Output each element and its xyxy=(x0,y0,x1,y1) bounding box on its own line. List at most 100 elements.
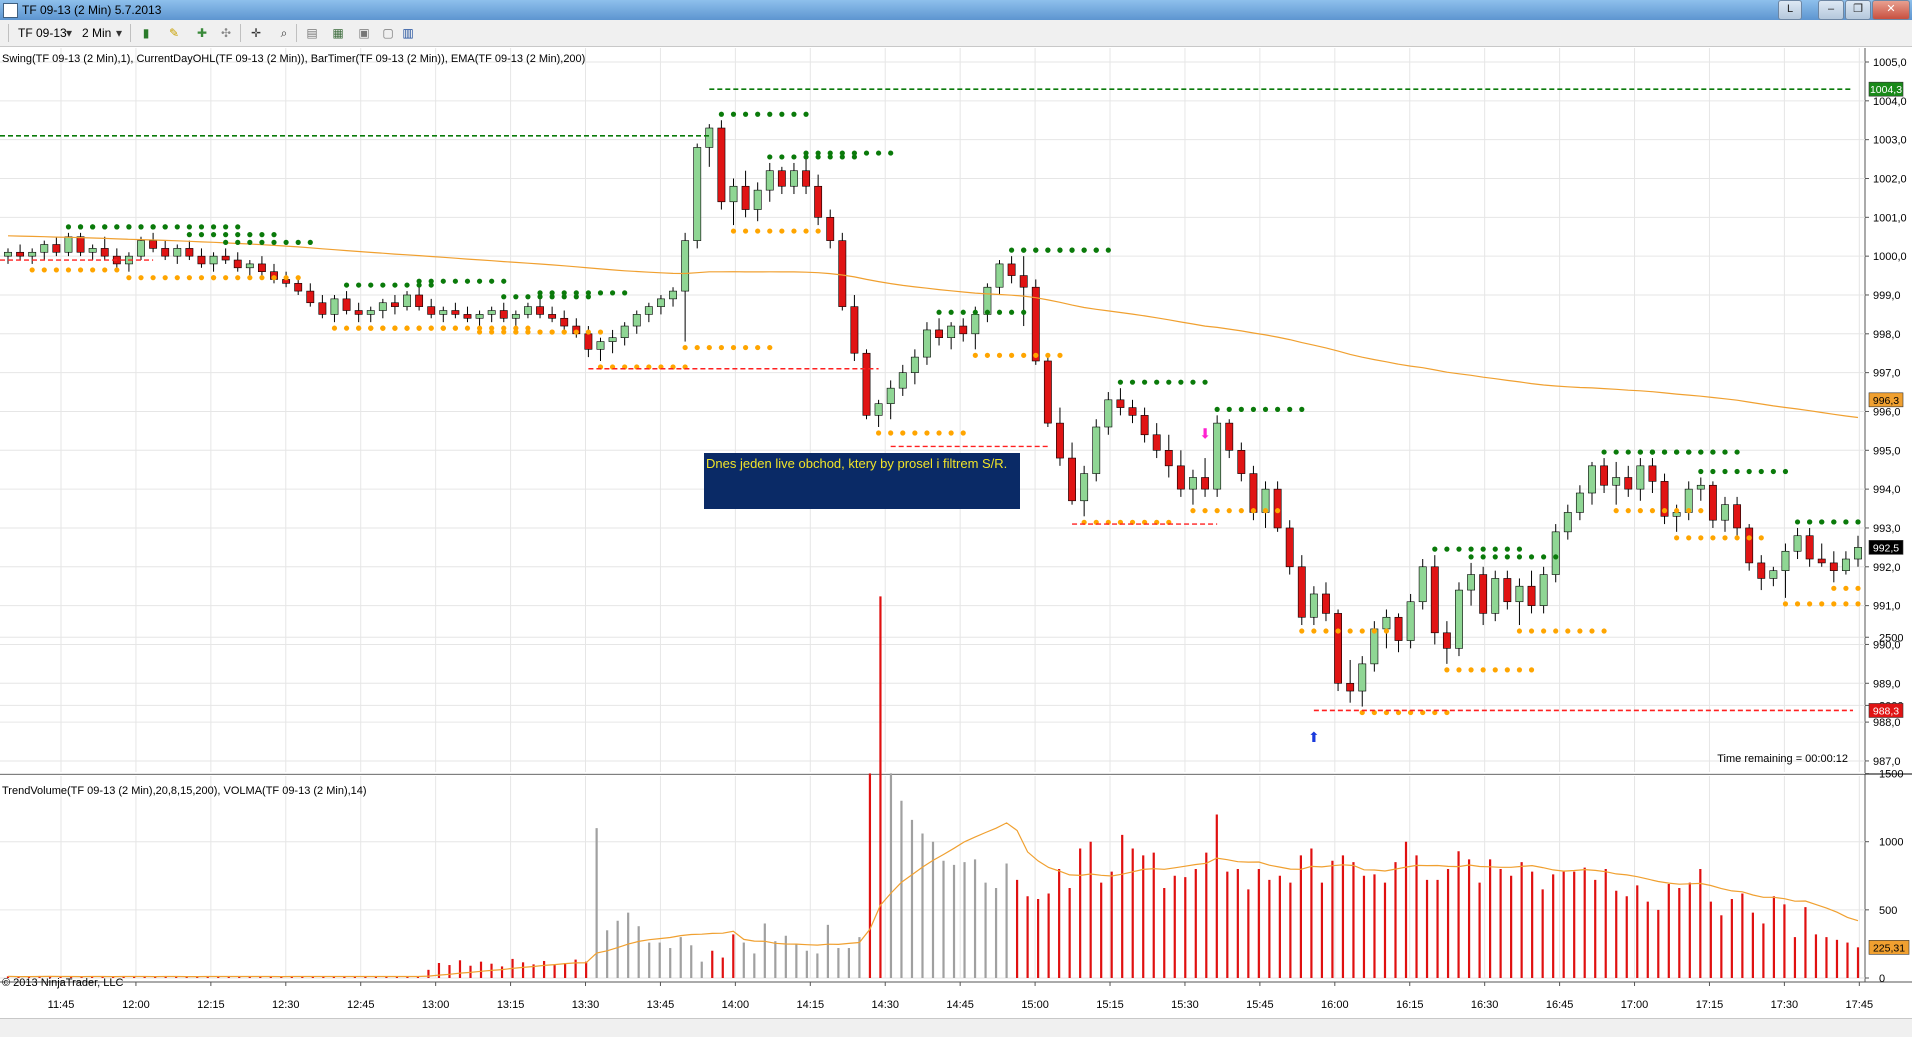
down-candle xyxy=(354,310,363,315)
swing-low-dot xyxy=(259,275,265,281)
swing-low-dot xyxy=(186,275,192,281)
swing-high-dot xyxy=(1238,406,1244,412)
swing-low-dot xyxy=(247,275,253,281)
up-candle xyxy=(995,263,1004,288)
swing-high-dot xyxy=(186,224,192,230)
swing-low-dot xyxy=(1807,601,1813,607)
swing-low-dot xyxy=(1045,352,1051,358)
swing-low-dot xyxy=(53,267,59,273)
swing-high-dot xyxy=(416,278,422,284)
up-candle xyxy=(1721,504,1729,521)
down-candle xyxy=(814,185,823,218)
down-candle xyxy=(717,127,726,203)
swing-low-dot xyxy=(1601,628,1607,634)
swing-high-dot xyxy=(1613,449,1619,455)
time-tick-label: 16:30 xyxy=(1471,999,1499,1011)
down-candle xyxy=(233,259,242,269)
time-tick-label: 12:00 xyxy=(122,999,150,1011)
up-candle xyxy=(1515,585,1524,603)
swing-low-dot xyxy=(803,228,809,234)
time-tick-label: 17:45 xyxy=(1846,999,1874,1011)
swing-high-dot xyxy=(1250,406,1257,412)
down-candle xyxy=(1829,562,1838,571)
swing-low-dot xyxy=(464,325,471,331)
swing-low-dot xyxy=(404,325,410,331)
price-tick-label: 987,0 xyxy=(1873,756,1901,768)
down-candle xyxy=(1442,632,1451,649)
swing-low-dot xyxy=(1613,508,1619,514)
down-candle xyxy=(584,333,593,350)
down-candle xyxy=(221,255,230,261)
up-candle xyxy=(1418,566,1427,603)
swing-low-dot xyxy=(513,329,519,335)
swing-low-dot xyxy=(1855,585,1861,591)
swing-high-dot xyxy=(223,239,229,245)
up-candle xyxy=(1563,512,1572,533)
down-candle xyxy=(1285,527,1294,568)
swing-high-dot xyxy=(1698,449,1704,455)
down-candle xyxy=(1757,562,1766,579)
swing-low-dot xyxy=(283,275,289,281)
swing-high-dot xyxy=(210,224,217,230)
swing-high-dot xyxy=(1287,406,1293,412)
price-volume-chart[interactable]: 11:45 12:00 12:15 12:30 12:45 13:00 13:15 13:30… xyxy=(0,0,1912,1036)
swing-high-dot xyxy=(138,224,144,230)
swing-low-dot xyxy=(1335,628,1341,634)
swing-high-dot xyxy=(1794,519,1801,525)
swing-high-dot xyxy=(1008,247,1015,253)
swing-low-dot xyxy=(1456,667,1462,673)
swing-high-dot xyxy=(198,224,205,230)
swing-low-dot xyxy=(573,329,579,335)
up-candle xyxy=(4,251,12,257)
swing-low-dot xyxy=(428,325,434,331)
time-tick-label: 16:45 xyxy=(1546,999,1574,1011)
up-candle xyxy=(669,290,677,300)
swing-high-dot xyxy=(1819,519,1825,525)
swing-high-dot xyxy=(1226,406,1232,412)
down-candle xyxy=(1164,449,1173,467)
swing-high-dot xyxy=(730,111,737,117)
buy-signal-arrow-icon: ⬆ xyxy=(1308,730,1320,746)
swing-high-dot xyxy=(1722,468,1728,475)
swing-high-dot xyxy=(960,309,966,315)
swing-low-dot xyxy=(126,275,132,281)
swing-high-dot xyxy=(356,282,362,288)
price-tick-label: 1003,0 xyxy=(1873,135,1907,147)
price-tick-label: 991,0 xyxy=(1873,601,1901,613)
swing-high-dot xyxy=(1480,546,1486,552)
up-candle xyxy=(366,310,375,315)
swing-high-dot xyxy=(1021,309,1027,315)
down-candle xyxy=(294,283,303,292)
swing-high-dot xyxy=(1190,379,1196,385)
up-candle xyxy=(1539,574,1548,606)
swing-low-dot xyxy=(1480,667,1486,673)
swing-high-dot xyxy=(247,232,253,238)
swing-high-dot xyxy=(77,224,84,230)
up-candle xyxy=(209,255,218,265)
swing-high-dot xyxy=(174,224,180,230)
time-tick-label: 15:45 xyxy=(1246,999,1274,1011)
up-candle xyxy=(657,298,665,307)
swing-low-dot xyxy=(1794,601,1801,607)
swing-high-dot xyxy=(1093,247,1099,253)
up-candle xyxy=(1696,484,1705,490)
up-candle xyxy=(1213,422,1222,490)
swing-high-dot xyxy=(622,290,628,296)
swing-low-dot xyxy=(1831,601,1837,607)
price-tick-label: 992,0 xyxy=(1873,562,1901,574)
down-candle xyxy=(959,325,968,335)
volma-marker: 225,31 xyxy=(1873,942,1905,954)
price-indicators-label: Swing(TF 09-13 (2 Min),1), CurrentDayOHL… xyxy=(2,53,585,65)
swing-high-dot xyxy=(271,232,277,238)
swing-low-dot xyxy=(730,344,737,351)
swing-high-dot xyxy=(779,154,785,160)
down-candle xyxy=(306,290,315,304)
swing-low-dot xyxy=(936,430,942,436)
swing-high-dot xyxy=(767,111,773,117)
swing-low-dot xyxy=(742,344,749,351)
price-tick-label: 1005,0 xyxy=(1873,57,1907,69)
swing-low-dot xyxy=(791,228,797,234)
up-candle xyxy=(681,240,690,292)
swing-high-dot xyxy=(561,290,567,296)
swing-high-dot xyxy=(1214,406,1220,412)
